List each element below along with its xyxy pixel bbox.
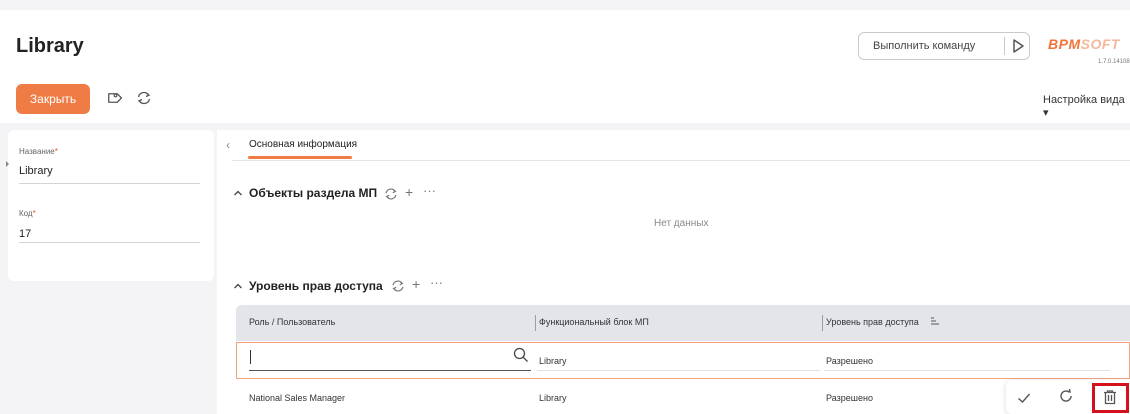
command-placeholder: Выполнить команду [873, 40, 976, 52]
collapse-left-icon[interactable]: ‹ [226, 138, 230, 152]
sort-icon[interactable] [930, 316, 940, 326]
refresh-icon[interactable] [1058, 388, 1074, 404]
tab-main-info[interactable]: Основная информация [249, 139, 357, 150]
page-title: Library [16, 35, 84, 57]
command-divider [1004, 37, 1005, 55]
section-access-more-dots-icon[interactable]: ··· [430, 275, 443, 290]
version-label: 1.7.0.14108 [1098, 59, 1130, 65]
block-input[interactable]: Library [539, 356, 567, 366]
section-objects-chevron-icon[interactable] [233, 188, 243, 198]
section-objects-plus-icon[interactable]: + [405, 185, 413, 199]
section-access-title[interactable]: Уровень прав доступа [249, 279, 383, 293]
section-access-plus-icon[interactable]: + [412, 277, 420, 291]
command-input[interactable]: Выполнить команду [858, 32, 1030, 60]
section-objects-sync-icon[interactable] [383, 186, 399, 202]
run-command-icon[interactable] [1009, 37, 1027, 55]
grid-header [236, 305, 1130, 341]
name-field-underline [19, 183, 200, 184]
section-access-sync-icon[interactable] [390, 278, 406, 294]
role-input-underline[interactable] [249, 370, 531, 371]
active-tab-indicator [248, 156, 352, 159]
column-separator[interactable] [535, 315, 536, 331]
column-access-level[interactable]: Уровень прав доступа [826, 317, 919, 327]
tab-divider [232, 160, 1130, 161]
bpmsoft-logo: ВРМSOFT [1048, 36, 1120, 52]
column-role[interactable]: Роль / Пользователь [249, 317, 335, 327]
top-strip [0, 0, 1130, 10]
code-field[interactable]: 17 [19, 228, 31, 240]
block-input-underline [537, 370, 820, 371]
check-icon[interactable] [1016, 390, 1032, 406]
name-field[interactable]: Library [19, 165, 53, 177]
name-field-label: Название* [19, 147, 58, 156]
level-input[interactable]: Разрешено [826, 356, 873, 366]
delete-highlight-frame [1092, 383, 1129, 413]
level-input-underline [824, 370, 1110, 371]
code-field-underline [19, 242, 200, 243]
table-row-role[interactable]: National Sales Manager [249, 393, 345, 403]
search-icon[interactable] [513, 347, 529, 363]
view-settings-menu[interactable]: Настройка вида ▾ [1043, 94, 1130, 119]
section-objects-title[interactable]: Объекты раздела МП [249, 186, 377, 200]
column-block[interactable]: Функциональный блок МП [539, 317, 649, 327]
close-button[interactable]: Закрыть [16, 84, 90, 114]
role-input-caret [250, 350, 251, 364]
sync-icon[interactable] [135, 89, 153, 107]
section-objects-more-dots-icon[interactable]: ··· [423, 183, 436, 198]
edit-row [236, 342, 1130, 379]
code-field-label: Код* [19, 209, 36, 218]
empty-state-text: Нет данных [654, 218, 709, 229]
page-header [0, 10, 1130, 123]
column-separator[interactable] [822, 315, 823, 331]
table-row-level[interactable]: Разрешено [826, 393, 873, 403]
tag-icon[interactable] [104, 89, 122, 107]
section-access-chevron-icon[interactable] [233, 281, 243, 291]
panel-expand-icon[interactable] [5, 156, 11, 172]
table-row-block[interactable]: Library [539, 393, 567, 403]
